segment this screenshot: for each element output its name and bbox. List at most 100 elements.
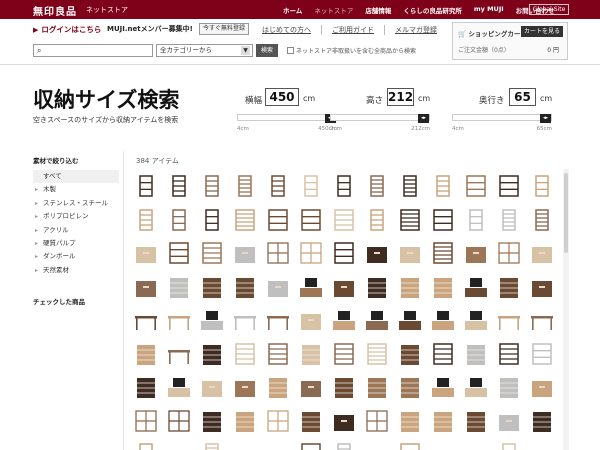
width-value-box[interactable]: 450: [265, 88, 299, 106]
product-thumbnail[interactable]: [431, 240, 455, 266]
product-thumbnail[interactable]: [530, 274, 554, 300]
product-thumbnail[interactable]: [464, 274, 488, 300]
product-thumbnail[interactable]: [332, 274, 356, 300]
product-thumbnail[interactable]: [431, 341, 455, 367]
product-thumbnail[interactable]: [134, 408, 158, 434]
product-thumbnail[interactable]: [365, 207, 389, 233]
product-thumbnail[interactable]: [365, 408, 389, 434]
filter-cardboard[interactable]: ▸ ダンボール: [33, 250, 119, 263]
product-thumbnail[interactable]: [497, 408, 521, 434]
product-thumbnail[interactable]: [497, 441, 521, 450]
product-thumbnail[interactable]: [398, 374, 422, 400]
product-thumbnail[interactable]: [299, 240, 323, 266]
product-thumbnail[interactable]: [530, 207, 554, 233]
product-thumbnail[interactable]: [497, 374, 521, 400]
link-guide[interactable]: ご利用ガイド: [332, 25, 385, 35]
slider-thumb-icon[interactable]: ◂▸: [418, 114, 429, 123]
product-thumbnail[interactable]: [266, 441, 290, 450]
product-thumbnail[interactable]: [530, 341, 554, 367]
product-thumbnail[interactable]: [464, 441, 488, 450]
product-thumbnail[interactable]: [365, 374, 389, 400]
product-thumbnail[interactable]: [167, 307, 191, 333]
link-newsletter[interactable]: メルマガ登録: [395, 25, 447, 35]
product-thumbnail[interactable]: [332, 441, 356, 450]
product-thumbnail[interactable]: [365, 274, 389, 300]
search-input[interactable]: ⌕: [33, 44, 153, 57]
product-thumbnail[interactable]: [233, 374, 257, 400]
product-thumbnail[interactable]: [167, 240, 191, 266]
product-thumbnail[interactable]: [233, 408, 257, 434]
product-thumbnail[interactable]: [365, 441, 389, 450]
filter-natural[interactable]: ▸ 天然素材: [33, 264, 119, 277]
product-thumbnail[interactable]: [530, 173, 554, 199]
product-thumbnail[interactable]: [431, 274, 455, 300]
height-value-box[interactable]: 212: [387, 88, 414, 106]
product-thumbnail[interactable]: [464, 207, 488, 233]
product-thumbnail[interactable]: [332, 341, 356, 367]
product-thumbnail[interactable]: [134, 173, 158, 199]
product-thumbnail[interactable]: [431, 173, 455, 199]
product-thumbnail[interactable]: [200, 307, 224, 333]
product-thumbnail[interactable]: [431, 408, 455, 434]
product-thumbnail[interactable]: [200, 408, 224, 434]
free-register-button[interactable]: 今すぐ無料登録: [199, 23, 250, 35]
category-select[interactable]: 全カテゴリーから ▼: [156, 44, 253, 57]
product-thumbnail[interactable]: [266, 341, 290, 367]
product-thumbnail[interactable]: [530, 374, 554, 400]
nav-mymuji[interactable]: my MUJI: [474, 5, 504, 15]
product-thumbnail[interactable]: [398, 408, 422, 434]
product-thumbnail[interactable]: [299, 408, 323, 434]
filter-acrylic[interactable]: ▸ アクリル: [33, 224, 119, 237]
product-thumbnail[interactable]: [167, 374, 191, 400]
scrollbar[interactable]: [563, 169, 569, 450]
product-thumbnail[interactable]: [464, 240, 488, 266]
product-thumbnail[interactable]: [134, 441, 158, 450]
product-thumbnail[interactable]: [365, 173, 389, 199]
product-thumbnail[interactable]: [398, 173, 422, 199]
filter-all[interactable]: すべて: [33, 170, 119, 184]
filter-polypropylene[interactable]: ▸ ポリプロピレン: [33, 210, 119, 223]
product-thumbnail[interactable]: [398, 307, 422, 333]
product-thumbnail[interactable]: [233, 341, 257, 367]
filter-wood[interactable]: ▸ 木製: [33, 183, 119, 196]
product-thumbnail[interactable]: [266, 408, 290, 434]
product-thumbnail[interactable]: [299, 307, 323, 333]
product-thumbnail[interactable]: [200, 274, 224, 300]
product-thumbnail[interactable]: [167, 274, 191, 300]
product-thumbnail[interactable]: [497, 307, 521, 333]
product-thumbnail[interactable]: [398, 207, 422, 233]
product-thumbnail[interactable]: [365, 307, 389, 333]
product-thumbnail[interactable]: [497, 240, 521, 266]
product-thumbnail[interactable]: [431, 441, 455, 450]
product-thumbnail[interactable]: [398, 341, 422, 367]
product-thumbnail[interactable]: [266, 307, 290, 333]
filter-steel[interactable]: ▸ ステンレス・スチール: [33, 197, 119, 210]
product-thumbnail[interactable]: [464, 374, 488, 400]
view-cart-button[interactable]: カートを見る: [520, 26, 563, 37]
product-thumbnail[interactable]: [167, 207, 191, 233]
product-thumbnail[interactable]: [200, 207, 224, 233]
product-thumbnail[interactable]: [398, 441, 422, 450]
product-thumbnail[interactable]: [299, 374, 323, 400]
product-thumbnail[interactable]: [464, 307, 488, 333]
product-thumbnail[interactable]: [530, 441, 554, 450]
product-thumbnail[interactable]: [134, 307, 158, 333]
nav-home[interactable]: ホーム: [283, 5, 302, 15]
product-thumbnail[interactable]: [497, 173, 521, 199]
product-thumbnail[interactable]: [299, 207, 323, 233]
product-thumbnail[interactable]: [200, 173, 224, 199]
product-thumbnail[interactable]: [134, 274, 158, 300]
product-thumbnail[interactable]: [233, 173, 257, 199]
product-thumbnail[interactable]: [332, 408, 356, 434]
product-thumbnail[interactable]: [464, 341, 488, 367]
logo-subtitle[interactable]: ネットストア: [86, 5, 128, 15]
nonstore-checkbox[interactable]: [287, 47, 294, 54]
product-thumbnail[interactable]: [134, 240, 158, 266]
depth-value-box[interactable]: 65: [509, 88, 536, 106]
product-thumbnail[interactable]: [233, 307, 257, 333]
width-slider[interactable]: ◂▸: [237, 114, 337, 123]
search-button[interactable]: 検索: [256, 44, 278, 57]
product-thumbnail[interactable]: [365, 341, 389, 367]
product-thumbnail[interactable]: [365, 240, 389, 266]
product-thumbnail[interactable]: [134, 207, 158, 233]
